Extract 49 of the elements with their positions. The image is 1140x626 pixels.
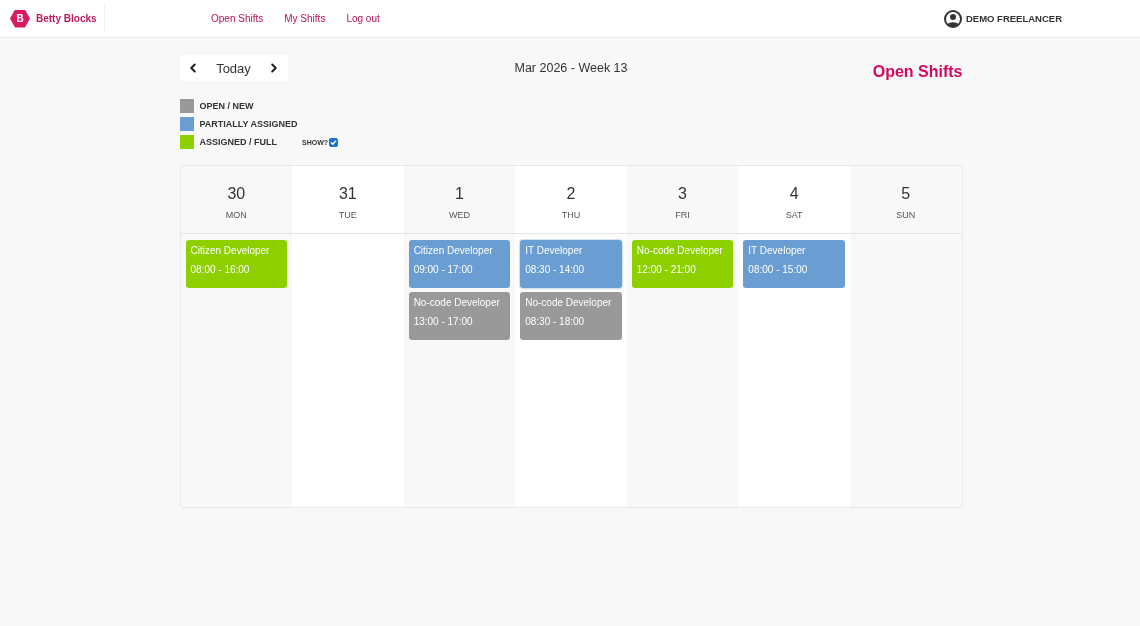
weekday-name: SAT <box>785 211 803 220</box>
shift-title: Citizen Developer <box>190 245 271 256</box>
day-number: 4 <box>789 186 799 202</box>
weekday-name: SUN <box>896 211 916 220</box>
page-title: Open Shifts <box>872 62 963 81</box>
today-button[interactable]: Today <box>216 60 251 76</box>
show-checkbox[interactable] <box>329 137 339 147</box>
day-number: 3 <box>678 186 687 202</box>
shift-card[interactable]: No-code Developer 08:30 - 18:00 <box>520 292 622 340</box>
shift-title: IT Developer <box>748 245 807 256</box>
shift-card[interactable]: Citizen Developer 08:00 - 16:00 <box>185 240 288 288</box>
shift-card[interactable]: IT Developer 08:30 - 14:00 <box>520 240 622 288</box>
shift-card[interactable]: No-code Developer 13:00 - 17:00 <box>408 292 511 340</box>
period-title: Mar 2026 - Week 13 <box>514 60 628 75</box>
shift-time: 09:00 - 17:00 <box>413 264 474 275</box>
weekday-name: FRI <box>675 211 690 220</box>
weekday-name: THU <box>561 211 581 220</box>
shift-time: 08:30 - 14:00 <box>525 264 586 275</box>
brand-name: Betty Blocks <box>36 13 97 24</box>
day-number: 5 <box>901 186 911 202</box>
user-name: DEMO FREELANCER <box>965 13 1062 24</box>
shift-title: Citizen Developer <box>413 245 494 256</box>
day-number: 2 <box>566 186 576 202</box>
shift-time: 08:00 - 15:00 <box>748 264 809 275</box>
nav-link[interactable]: Open Shifts <box>211 13 264 24</box>
nav-link[interactable]: My Shifts <box>284 13 326 24</box>
logo-mark: B <box>10 9 30 28</box>
legend-label: ASSIGNED / FULL <box>199 137 277 147</box>
day-number: 30 <box>227 186 246 202</box>
day-number: 1 <box>454 186 464 202</box>
shift-time: 08:00 - 16:00 <box>190 264 251 275</box>
shift-title: No-code Developer <box>636 245 724 256</box>
weekday-name: WED <box>448 211 470 220</box>
shift-time: 13:00 - 17:00 <box>413 316 474 327</box>
shift-card[interactable]: Citizen Developer 09:00 - 17:00 <box>408 240 511 288</box>
legend-label: OPEN / NEW <box>199 101 254 111</box>
shift-time: 08:30 - 18:00 <box>525 316 586 327</box>
user-avatar-icon <box>943 9 962 28</box>
shift-time: 12:00 - 21:00 <box>636 264 697 275</box>
day-number: 31 <box>338 186 357 202</box>
shift-card[interactable]: IT Developer 08:00 - 15:00 <box>743 240 845 288</box>
shift-title: No-code Developer <box>413 297 501 308</box>
shift-card[interactable]: No-code Developer 12:00 - 21:00 <box>631 240 734 288</box>
shift-title: No-code Developer <box>525 297 613 308</box>
nav-link[interactable]: Log out <box>346 13 380 24</box>
weekday-name: TUE <box>338 211 357 220</box>
legend-label: PARTIALLY ASSIGNED <box>199 119 298 129</box>
shift-title: IT Developer <box>525 245 584 256</box>
weekday-name: MON <box>225 211 247 220</box>
